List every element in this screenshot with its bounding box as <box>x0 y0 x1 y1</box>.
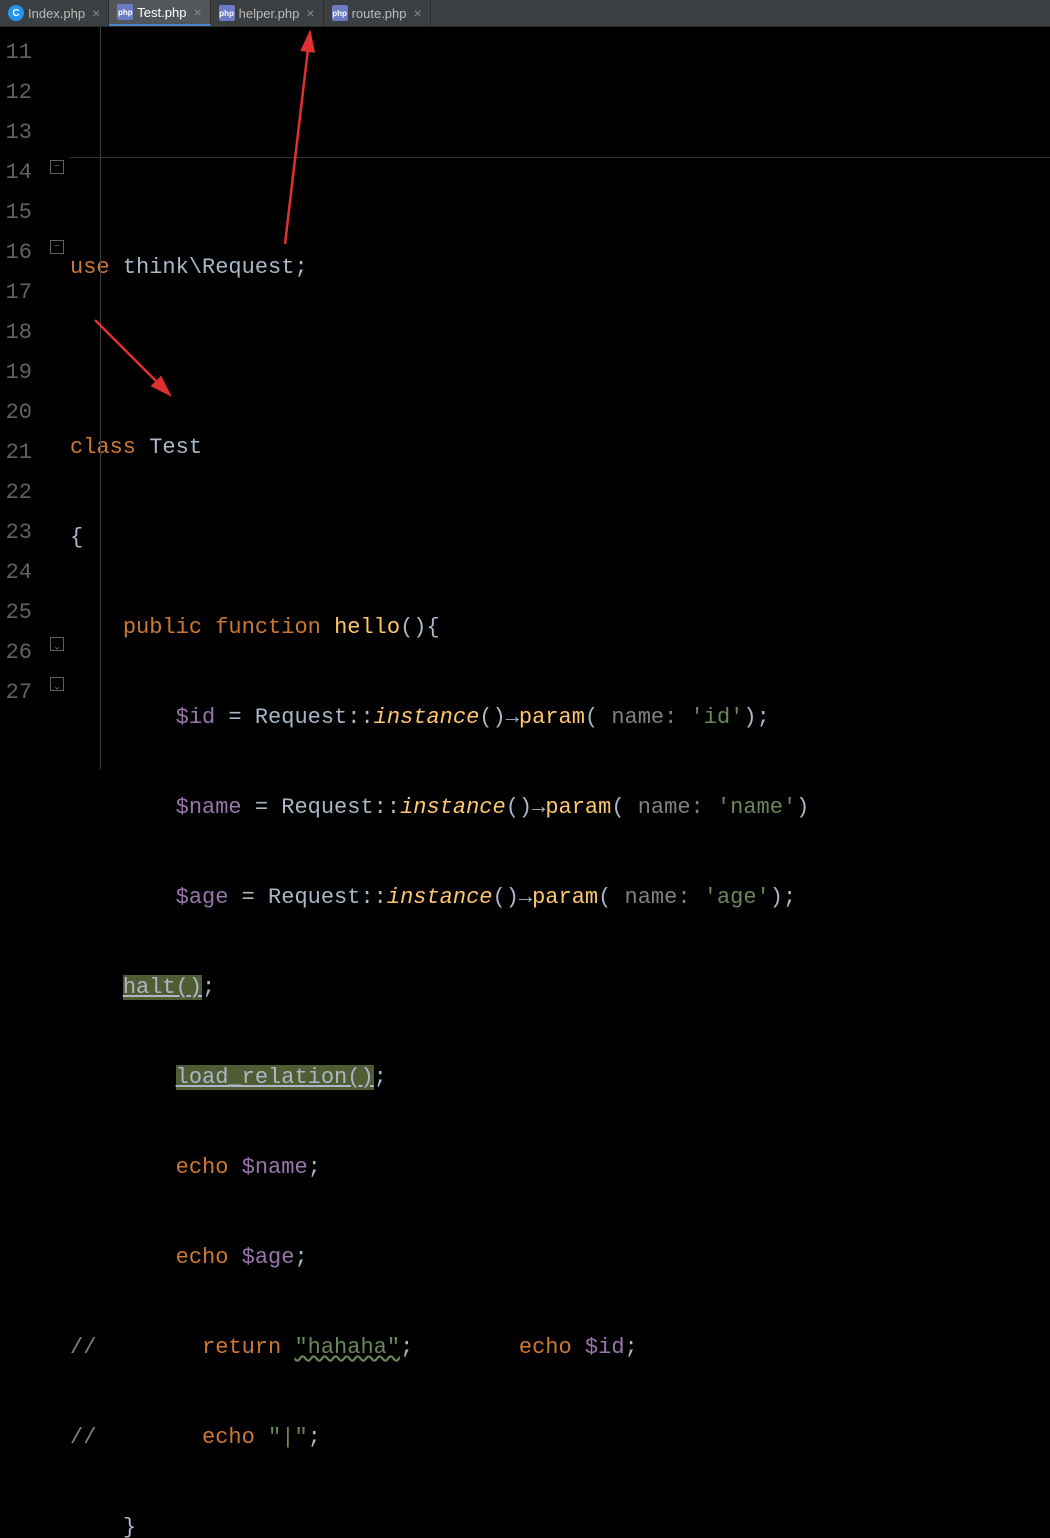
php-icon: php <box>219 5 235 21</box>
separator-line <box>70 157 1050 158</box>
line-number: 19 <box>0 353 32 393</box>
fold-end-icon[interactable]: ⌃ <box>50 677 64 691</box>
close-icon[interactable]: × <box>414 5 422 21</box>
tab-label: Index.php <box>28 6 85 21</box>
line-number: 13 <box>0 113 32 153</box>
code-line: public function hello(){ <box>70 608 1050 648</box>
php-icon: php <box>332 5 348 21</box>
fold-end-icon[interactable]: ⌃ <box>50 637 64 651</box>
line-number: 16 <box>0 233 32 273</box>
tab-index[interactable]: C Index.php × <box>0 0 109 26</box>
close-icon[interactable]: × <box>92 5 100 21</box>
code-line <box>70 338 1050 378</box>
line-number: 23 <box>0 513 32 553</box>
code-line: { <box>70 518 1050 558</box>
code-line <box>70 158 1050 198</box>
code-line: halt(); <box>70 968 1050 1008</box>
code-line: } <box>70 1508 1050 1538</box>
gutter: 11 12 13 14 15 16 17 18 19 20 21 22 23 2… <box>0 27 48 769</box>
code-line: echo $age; <box>70 1238 1050 1278</box>
close-icon[interactable]: × <box>193 4 201 20</box>
php-icon: php <box>117 4 133 20</box>
line-number: 12 <box>0 73 32 113</box>
tab-helper[interactable]: php helper.php × <box>211 0 324 26</box>
fold-column: − − ⌃ ⌃ <box>48 27 70 769</box>
code-line: $id = Request::instance()→param( name: '… <box>70 698 1050 738</box>
code-line: class Test <box>70 428 1050 468</box>
line-number: 11 <box>0 33 32 73</box>
code-line: $name = Request::instance()→param( name:… <box>70 788 1050 828</box>
code-line: // echo "|"; <box>70 1418 1050 1458</box>
line-number: 17 <box>0 273 32 313</box>
fold-icon[interactable]: − <box>50 160 64 174</box>
tab-label: Test.php <box>137 5 186 20</box>
tab-label: helper.php <box>239 6 300 21</box>
line-number: 21 <box>0 433 32 473</box>
code-area[interactable]: use think\Request; class Test { public f… <box>70 27 1050 769</box>
tab-test[interactable]: php Test.php × <box>109 0 210 26</box>
line-number: 22 <box>0 473 32 513</box>
tab-bar: C Index.php × php Test.php × php helper.… <box>0 0 1050 27</box>
line-number: 26 <box>0 633 32 673</box>
fold-icon[interactable]: − <box>50 240 64 254</box>
tab-route[interactable]: php route.php × <box>324 0 431 26</box>
tab-label: route.php <box>352 6 407 21</box>
c-icon: C <box>8 5 24 21</box>
code-line: $age = Request::instance()→param( name: … <box>70 878 1050 918</box>
code-line: use think\Request; <box>70 248 1050 288</box>
line-number: 15 <box>0 193 32 233</box>
line-number: 25 <box>0 593 32 633</box>
line-number: 14 <box>0 153 32 193</box>
editor: 11 12 13 14 15 16 17 18 19 20 21 22 23 2… <box>0 27 1050 769</box>
line-number: 24 <box>0 553 32 593</box>
code-line: load_relation(); <box>70 1058 1050 1098</box>
code-line: // return "hahaha"; echo $id; <box>70 1328 1050 1368</box>
code-line: echo $name; <box>70 1148 1050 1188</box>
line-number: 27 <box>0 673 32 713</box>
line-number: 20 <box>0 393 32 433</box>
line-number: 18 <box>0 313 32 353</box>
close-icon[interactable]: × <box>306 5 314 21</box>
